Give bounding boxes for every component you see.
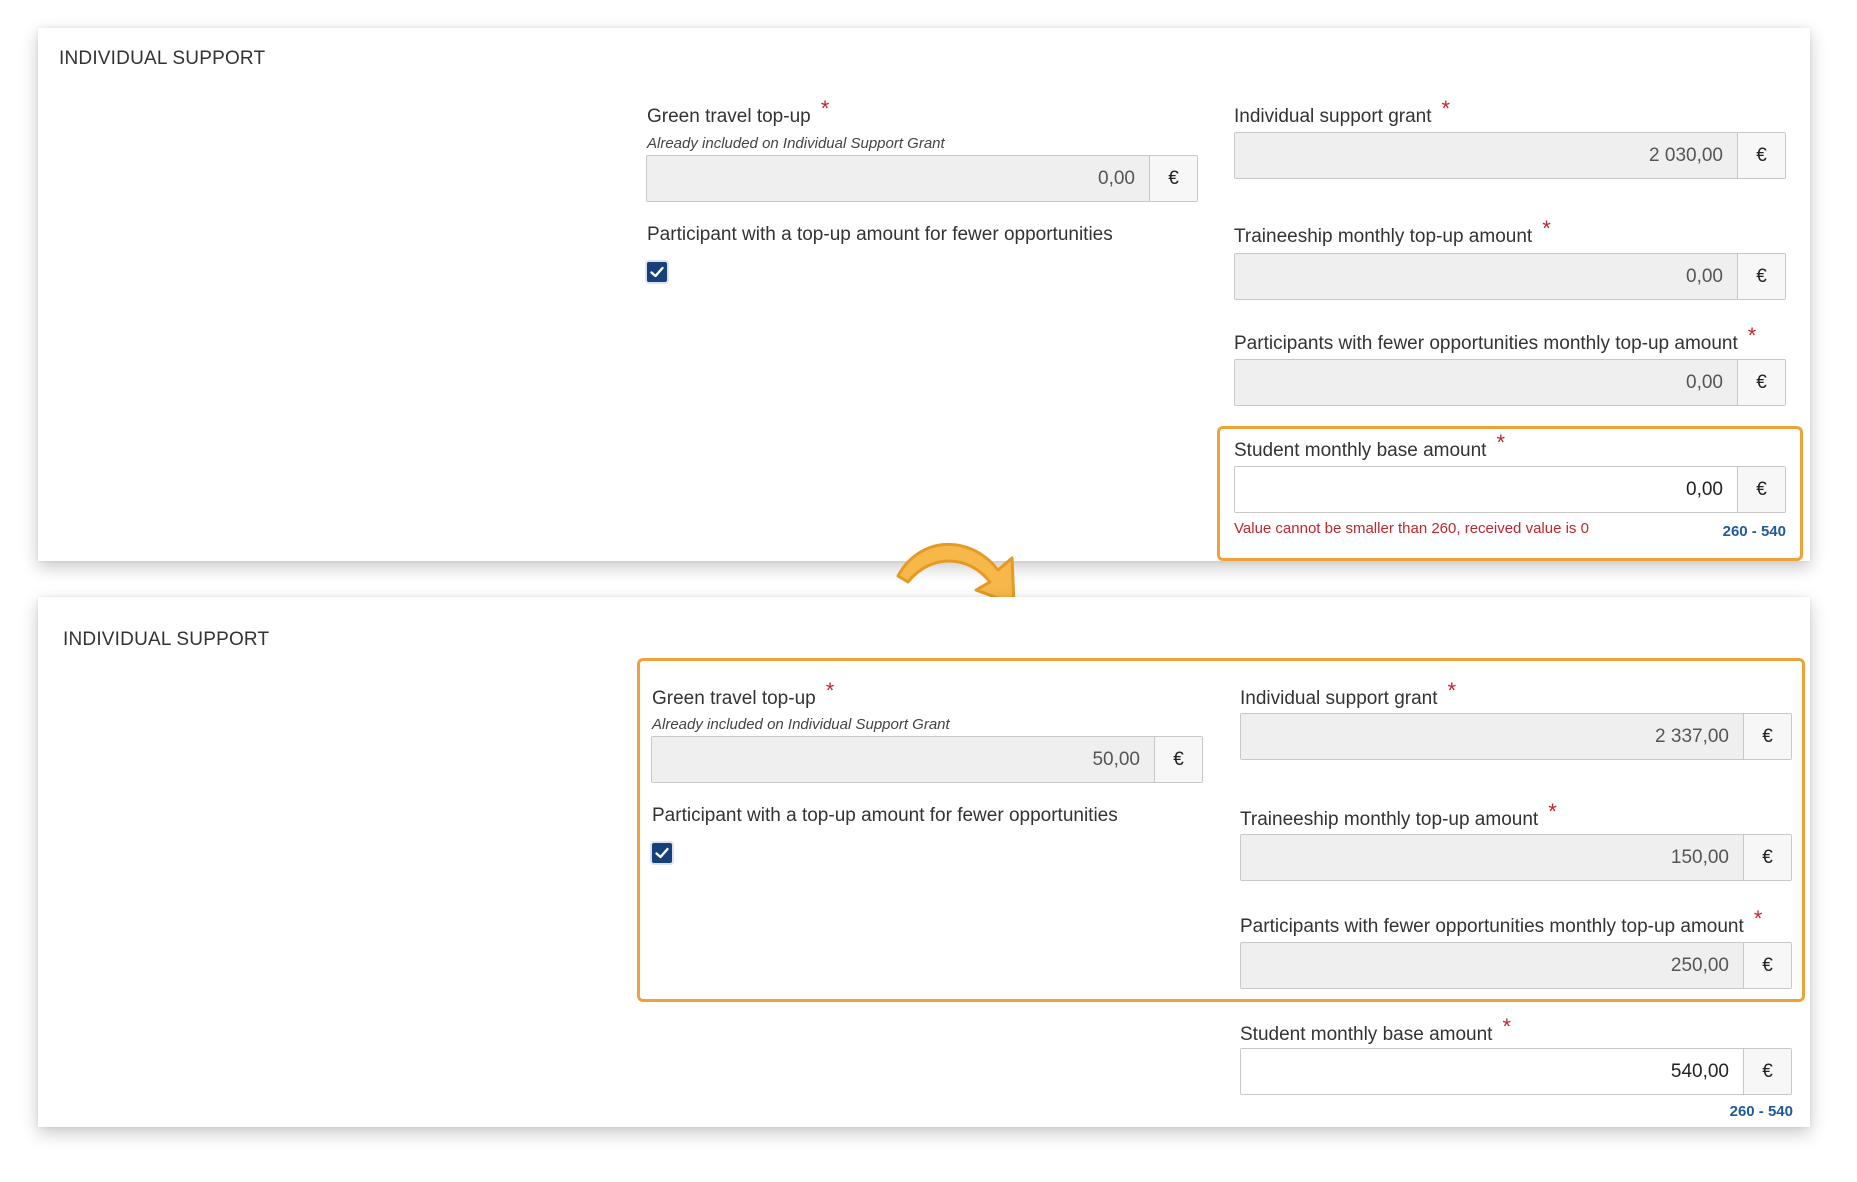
euro-unit: € <box>1149 156 1197 201</box>
traineeship-topup-label: Traineeship monthly top-up amount * <box>1234 216 1551 247</box>
checkmark-icon <box>650 266 664 278</box>
individual-support-grant-input[interactable] <box>1235 133 1737 178</box>
green-travel-label: Green travel top-up * <box>647 96 830 127</box>
highlight-box-updated-fields <box>637 658 1805 1002</box>
allowed-range: 260 - 540 <box>1729 1103 1793 1120</box>
curved-arrow-icon <box>896 543 1016 606</box>
section-title: INDIVIDUAL SUPPORT <box>63 629 270 650</box>
student-base-label: Student monthly base amount * <box>1240 1014 1511 1045</box>
green-travel-hint: Already included on Individual Support G… <box>647 135 945 152</box>
individual-support-grant-field: € <box>1234 132 1786 179</box>
euro-unit: € <box>1737 133 1785 178</box>
required-asterisk: * <box>1441 96 1451 121</box>
traineeship-topup-field: € <box>1234 253 1786 300</box>
fewer-opportunities-checkbox[interactable] <box>647 262 667 282</box>
green-travel-input[interactable] <box>647 156 1149 201</box>
student-base-field: € <box>1240 1048 1792 1095</box>
fewer-opportunities-topup-input[interactable] <box>1235 360 1737 405</box>
required-asterisk: * <box>1747 323 1757 348</box>
fewer-opportunities-topup-field: € <box>1234 359 1786 406</box>
green-travel-field: € <box>646 155 1198 202</box>
fewer-opportunities-topup-label: Participants with fewer opportunities mo… <box>1234 323 1757 354</box>
euro-unit: € <box>1737 360 1785 405</box>
individual-support-panel-before: INDIVIDUAL SUPPORT Green travel top-up * … <box>38 28 1810 561</box>
individual-support-panel-after: INDIVIDUAL SUPPORT Green travel top-up * … <box>38 597 1810 1127</box>
fewer-opportunities-checkbox-label: Participant with a top-up amount for few… <box>647 224 1113 245</box>
euro-unit: € <box>1737 254 1785 299</box>
required-asterisk: * <box>1542 216 1551 241</box>
section-title: INDIVIDUAL SUPPORT <box>59 48 266 69</box>
student-base-input[interactable] <box>1241 1049 1743 1094</box>
traineeship-topup-input[interactable] <box>1235 254 1737 299</box>
euro-unit: € <box>1743 1049 1791 1094</box>
required-asterisk: * <box>1502 1014 1511 1039</box>
highlight-box-error <box>1217 426 1803 561</box>
individual-support-grant-label: Individual support grant * <box>1234 96 1451 127</box>
required-asterisk: * <box>820 96 830 121</box>
